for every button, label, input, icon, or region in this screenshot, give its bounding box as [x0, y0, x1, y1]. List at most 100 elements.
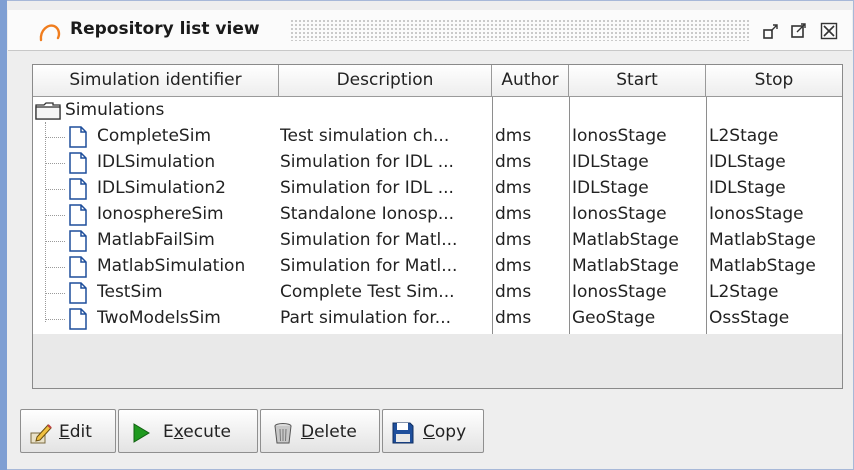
cell-author: dms — [495, 256, 532, 276]
cell-description: Simulation for Matl... — [280, 230, 458, 250]
tree-branch — [45, 163, 65, 164]
cell-description: Complete Test Sim... — [280, 282, 455, 302]
delete-button[interactable]: Delete — [260, 409, 380, 453]
execute-mnemonic: x — [173, 422, 184, 442]
cell-stop: MatlabStage — [709, 256, 816, 276]
cell-start: IonosStage — [572, 282, 667, 302]
table-row[interactable]: IDLSimulation Simulation for IDL ... dms… — [33, 150, 842, 175]
cell-identifier: IonosphereSim — [97, 204, 224, 224]
cell-author: dms — [495, 126, 532, 146]
edit-mnemonic: E — [59, 422, 70, 442]
cell-author: dms — [495, 204, 532, 224]
cell-stop: IDLStage — [709, 152, 786, 172]
table-row[interactable]: CompleteSim Test simulation ch... dms Io… — [33, 124, 842, 149]
edit-pencil-icon — [30, 424, 52, 444]
maximize-icon[interactable] — [790, 22, 808, 40]
cell-identifier: TwoModelsSim — [97, 308, 221, 328]
table-row[interactable]: IDLSimulation2 Simulation for IDL ... dm… — [33, 176, 842, 201]
cell-description: Test simulation ch... — [280, 126, 450, 146]
table-row[interactable]: IonosphereSim Standalone Ionosp... dms I… — [33, 202, 842, 227]
cell-start: GeoStage — [572, 308, 656, 328]
cell-identifier: IDLSimulation — [97, 152, 216, 172]
tree-branch — [45, 267, 65, 268]
cell-stop: L2Stage — [709, 126, 779, 146]
execute-button[interactable]: Execute — [118, 409, 258, 453]
document-icon — [69, 178, 87, 200]
column-header-stop[interactable]: Stop — [706, 65, 842, 97]
cell-identifier: MatlabFailSim — [97, 230, 215, 250]
tree-branch — [45, 241, 65, 242]
document-icon — [69, 152, 87, 174]
copy-rest: opy — [434, 422, 467, 442]
cell-description: Standalone Ionosp... — [280, 204, 455, 224]
cell-author: dms — [495, 308, 532, 328]
column-header-identifier[interactable]: Simulation identifier — [33, 65, 279, 97]
tree-branch — [45, 319, 65, 320]
document-icon — [69, 204, 87, 226]
close-icon[interactable] — [820, 22, 838, 40]
document-icon — [69, 230, 87, 252]
cell-author: dms — [495, 230, 532, 250]
cell-stop: IDLStage — [709, 178, 786, 198]
cell-identifier: IDLSimulation2 — [97, 178, 226, 198]
simulation-table[interactable]: Simulation identifier Description Author… — [32, 64, 843, 389]
execute-prefix: E — [163, 422, 174, 442]
cell-stop: IonosStage — [709, 204, 804, 224]
column-header-description[interactable]: Description — [279, 65, 492, 97]
cell-author: dms — [495, 178, 532, 198]
cell-stop: L2Stage — [709, 282, 779, 302]
window-left-border — [0, 0, 7, 470]
tree-branch — [45, 215, 65, 216]
table-row[interactable]: TwoModelsSim Part simulation for... dms … — [33, 306, 842, 331]
edit-button[interactable]: Edit — [20, 409, 116, 453]
floppy-disk-icon — [392, 422, 414, 444]
cell-stop: MatlabStage — [709, 230, 816, 250]
document-icon — [69, 308, 87, 330]
cell-start: MatlabStage — [572, 256, 679, 276]
cell-description: Simulation for IDL ... — [280, 178, 454, 198]
cell-start: MatlabStage — [572, 230, 679, 250]
copy-button-label: Copy — [423, 421, 466, 443]
cell-description: Part simulation for... — [280, 308, 452, 328]
window-title: Repository list view — [70, 19, 260, 39]
action-toolbar: Edit Execute Delete Copy — [8, 403, 852, 467]
delete-mnemonic: D — [301, 422, 315, 442]
title-bar[interactable]: Repository list view — [8, 10, 852, 51]
table-header: Simulation identifier Description Author… — [33, 65, 842, 97]
tree-branch — [45, 189, 65, 190]
cell-start: IonosStage — [572, 126, 667, 146]
minimize-icon[interactable] — [762, 22, 780, 40]
column-header-author[interactable]: Author — [492, 65, 569, 97]
table-empty-area — [33, 334, 842, 388]
document-icon — [69, 126, 87, 148]
play-icon — [133, 423, 150, 443]
cell-description: Simulation for Matl... — [280, 256, 458, 276]
delete-button-label: Delete — [301, 421, 357, 443]
cell-author: dms — [495, 152, 532, 172]
spiral-logo-icon — [39, 24, 61, 42]
copy-button[interactable]: Copy — [382, 409, 484, 453]
table-row[interactable]: MatlabSimulation Simulation for Matl... … — [33, 254, 842, 279]
delete-rest: elete — [314, 422, 357, 442]
tree-branch — [45, 293, 65, 294]
table-row[interactable]: MatlabFailSim Simulation for Matl... dms… — [33, 228, 842, 253]
execute-rest: ecute — [183, 422, 232, 442]
edit-rest: dit — [69, 422, 92, 442]
copy-mnemonic: C — [423, 422, 435, 442]
column-header-start[interactable]: Start — [569, 65, 706, 97]
execute-button-label: Execute — [163, 421, 231, 443]
cell-description: Simulation for IDL ... — [280, 152, 454, 172]
cell-identifier: CompleteSim — [97, 126, 212, 146]
trash-can-icon — [274, 423, 292, 444]
cell-start: IDLStage — [572, 152, 649, 172]
tree-branch — [45, 137, 65, 138]
title-bar-pattern — [290, 19, 750, 41]
document-icon — [69, 256, 87, 278]
table-row[interactable]: TestSim Complete Test Sim... dms IonosSt… — [33, 280, 842, 305]
cell-identifier: TestSim — [97, 282, 163, 302]
tree-root-label: Simulations — [65, 100, 165, 120]
tree-root-row[interactable]: Simulations — [33, 98, 842, 123]
edit-button-label: Edit — [59, 421, 92, 443]
cell-identifier: MatlabSimulation — [97, 256, 246, 276]
cell-author: dms — [495, 282, 532, 302]
